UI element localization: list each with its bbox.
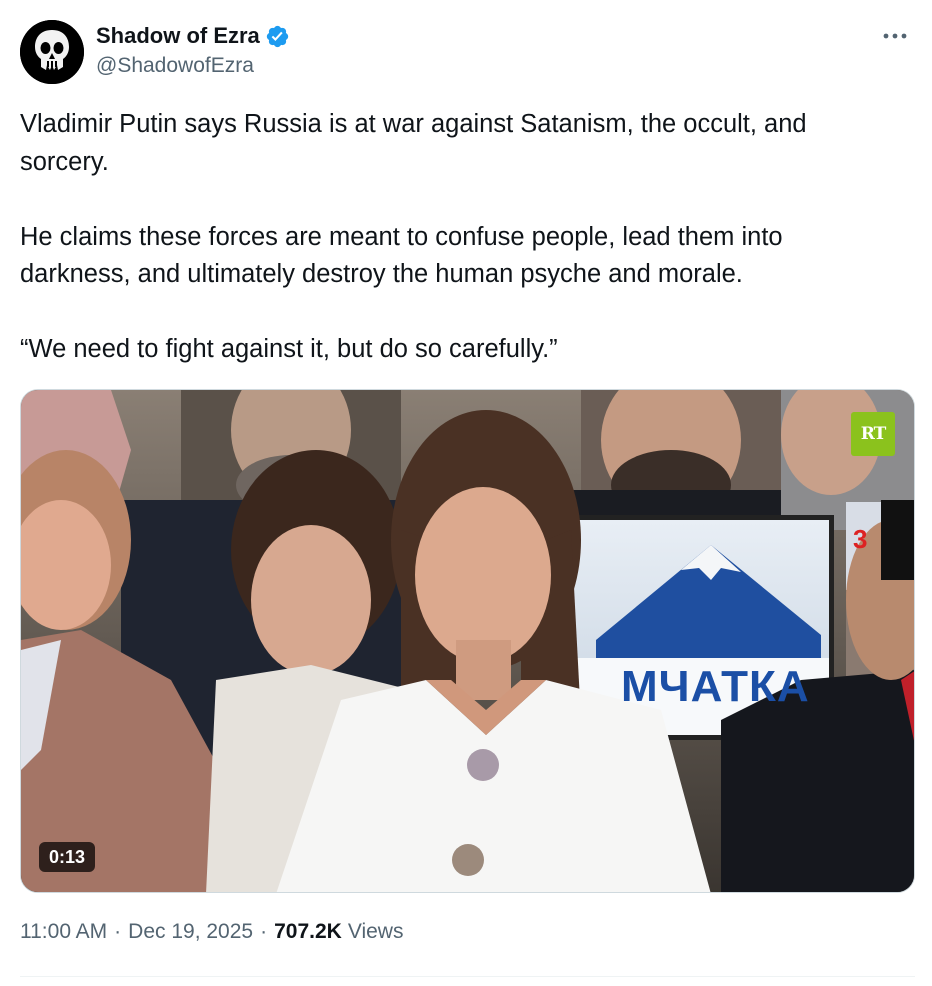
tweet-paragraph: “We need to fight against it, but do so … <box>20 335 558 363</box>
divider <box>20 976 915 977</box>
rt-watermark: RT <box>851 412 895 456</box>
video-duration-badge: 0:13 <box>39 842 96 872</box>
sign-partial-text: 3 <box>853 524 868 554</box>
tweet-text: Vladimir Putin says Russia is at war aga… <box>20 106 900 369</box>
tweet-time[interactable]: 11:00 AM <box>20 920 107 944</box>
author-info: Shadow of Ezra @ShadowofEzra <box>96 22 290 78</box>
more-options-button[interactable] <box>875 20 915 52</box>
separator-dot: · <box>114 920 122 943</box>
tweet-metadata: 11:00 AM · Dec 19, 2025 · 707.2K Views <box>20 920 403 944</box>
more-options-icon <box>883 33 907 39</box>
tweet-paragraph: He claims these forces are meant to conf… <box>20 222 783 289</box>
tweet-header: Shadow of Ezra @ShadowofEzra <box>20 20 915 84</box>
tweet-date[interactable]: Dec 19, 2025 <box>128 920 253 944</box>
author-handle[interactable]: @ShadowofEzra <box>96 54 290 78</box>
tweet-paragraph: Vladimir Putin says Russia is at war aga… <box>20 110 807 176</box>
verified-badge-icon[interactable] <box>265 24 290 49</box>
name-row: Shadow of Ezra <box>96 22 290 50</box>
video-thumbnail <box>21 390 914 892</box>
skull-avatar-icon <box>20 20 84 84</box>
video-player[interactable]: RT МЧАТКА 3 0:13 <box>20 389 915 893</box>
sign-text: МЧАТКА <box>621 662 810 711</box>
separator-dot: · <box>260 920 268 943</box>
author-display-name[interactable]: Shadow of Ezra <box>96 23 260 49</box>
views-label: Views <box>347 920 404 943</box>
views-count[interactable]: 707.2K <box>274 920 342 944</box>
avatar[interactable] <box>20 20 84 84</box>
